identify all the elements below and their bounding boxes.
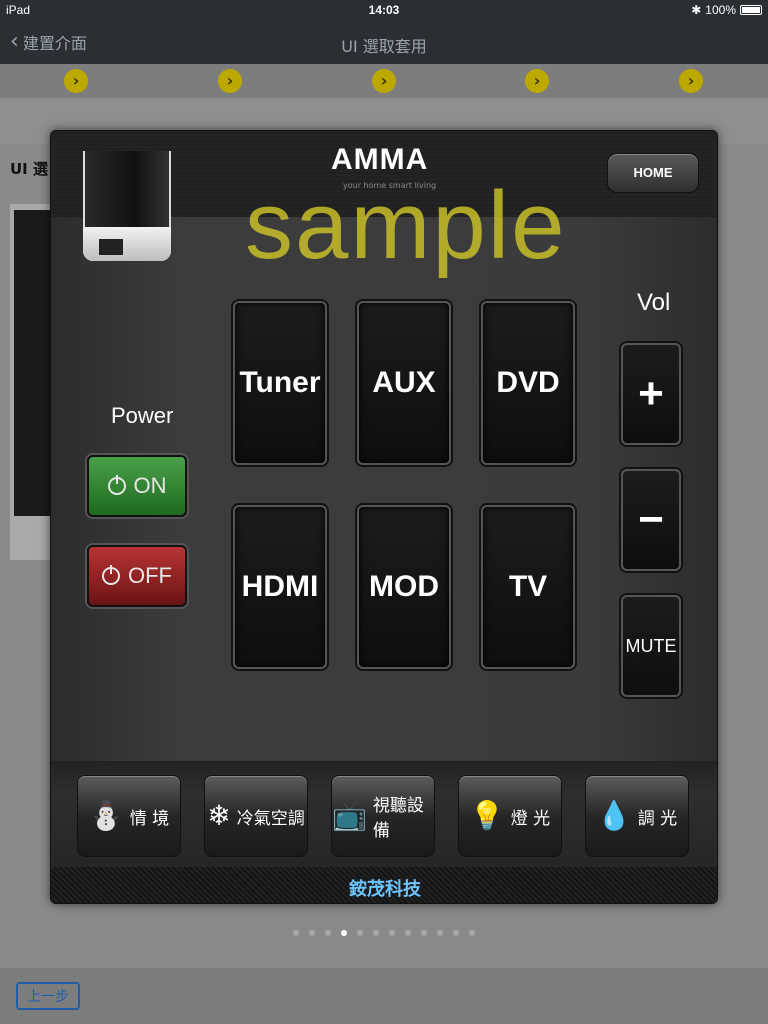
media-player-image <box>83 151 171 261</box>
bottom-bar: 上一步 <box>0 968 768 1024</box>
page-dot[interactable] <box>421 930 427 936</box>
chevron-right-icon[interactable]: › <box>372 69 396 93</box>
page-dot-active[interactable] <box>341 930 347 936</box>
bluetooth-icon: ✱ <box>691 3 702 17</box>
status-time: 14:03 <box>368 3 400 17</box>
brand-tagline: your home smart living <box>343 181 437 190</box>
category-lighting-button[interactable]: 💡 燈 光 <box>458 775 562 857</box>
page-dot[interactable] <box>405 930 411 936</box>
source-tv-button[interactable]: TV <box>481 505 575 669</box>
category-scene-button[interactable]: ⛄ 情 境 <box>77 775 181 857</box>
status-right: ✱ 100% <box>691 3 762 17</box>
volume-label: Vol <box>637 289 671 316</box>
source-mod-button[interactable]: MOD <box>357 505 451 669</box>
power-on-label: ON <box>133 473 167 498</box>
panel-footer: 銨茂科技 <box>51 867 717 903</box>
category-av-button[interactable]: 📺 視聽設備 <box>331 775 435 857</box>
category-label: 調 光 <box>637 808 678 829</box>
page-dot[interactable] <box>325 930 331 936</box>
page-dot[interactable] <box>293 930 299 936</box>
step-strip: › › › › › <box>0 64 768 98</box>
source-dvd-button[interactable]: DVD <box>481 301 575 465</box>
dimmer-icon: 💧 <box>596 799 632 832</box>
page-title: UI 選取套用 <box>341 37 427 56</box>
snowflake-icon: ❄ <box>207 799 231 832</box>
home-button[interactable]: HOME <box>607 153 699 193</box>
scene-icon: ⛄ <box>88 799 124 832</box>
chevron-right-icon[interactable]: › <box>218 69 242 93</box>
chevron-right-icon[interactable]: › <box>679 69 703 93</box>
battery-icon <box>740 5 762 15</box>
volume-down-button[interactable]: − <box>621 469 681 571</box>
category-label: 視聽設備 <box>372 796 424 841</box>
page-dot[interactable] <box>437 930 443 936</box>
remote-preview-panel: AMMA your home smart living sample HOME … <box>50 130 718 904</box>
page-dot[interactable] <box>469 930 475 936</box>
category-label: 情 境 <box>129 808 170 829</box>
chevron-right-icon[interactable]: › <box>64 69 88 93</box>
nav-bar: ‹ 建置介面 UI 選取套用 <box>0 22 768 64</box>
power-off-button[interactable]: OFF <box>87 545 187 607</box>
page-dot[interactable] <box>309 930 315 936</box>
page-dot[interactable] <box>453 930 459 936</box>
page-dot[interactable] <box>373 930 379 936</box>
power-label: Power <box>111 403 174 428</box>
source-tuner-button[interactable]: Tuner <box>233 301 327 465</box>
volume-up-button[interactable]: + <box>621 343 681 445</box>
power-on-button[interactable]: ON <box>87 455 187 517</box>
category-aircon-button[interactable]: ❄ 冷氣空調 <box>204 775 308 857</box>
mute-button[interactable]: MUTE <box>621 595 681 697</box>
power-off-label: OFF <box>128 563 172 588</box>
power-icon <box>107 475 126 495</box>
category-label: 燈 光 <box>510 808 551 829</box>
tv-icon: 📺 <box>332 799 367 832</box>
category-dimmer-button[interactable]: 💧 調 光 <box>585 775 689 857</box>
source-aux-button[interactable]: AUX <box>357 301 451 465</box>
section-title: UI 選 <box>10 160 48 178</box>
chevron-right-icon[interactable]: › <box>525 69 549 93</box>
source-hdmi-button[interactable]: HDMI <box>233 505 327 669</box>
page-indicator <box>0 930 768 936</box>
previous-step-button[interactable]: 上一步 <box>16 982 80 1010</box>
brand-logo: AMMA <box>331 143 429 176</box>
power-icon <box>102 565 120 585</box>
category-label: 冷氣空調 <box>236 808 305 829</box>
status-bar: iPad 14:03 ✱ 100% <box>0 0 768 22</box>
company-name: 銨茂科技 <box>349 879 421 900</box>
lightbulb-icon: 💡 <box>469 799 505 832</box>
battery-percent: 100% <box>705 3 736 17</box>
page-dot[interactable] <box>357 930 363 936</box>
page-dot[interactable] <box>389 930 395 936</box>
